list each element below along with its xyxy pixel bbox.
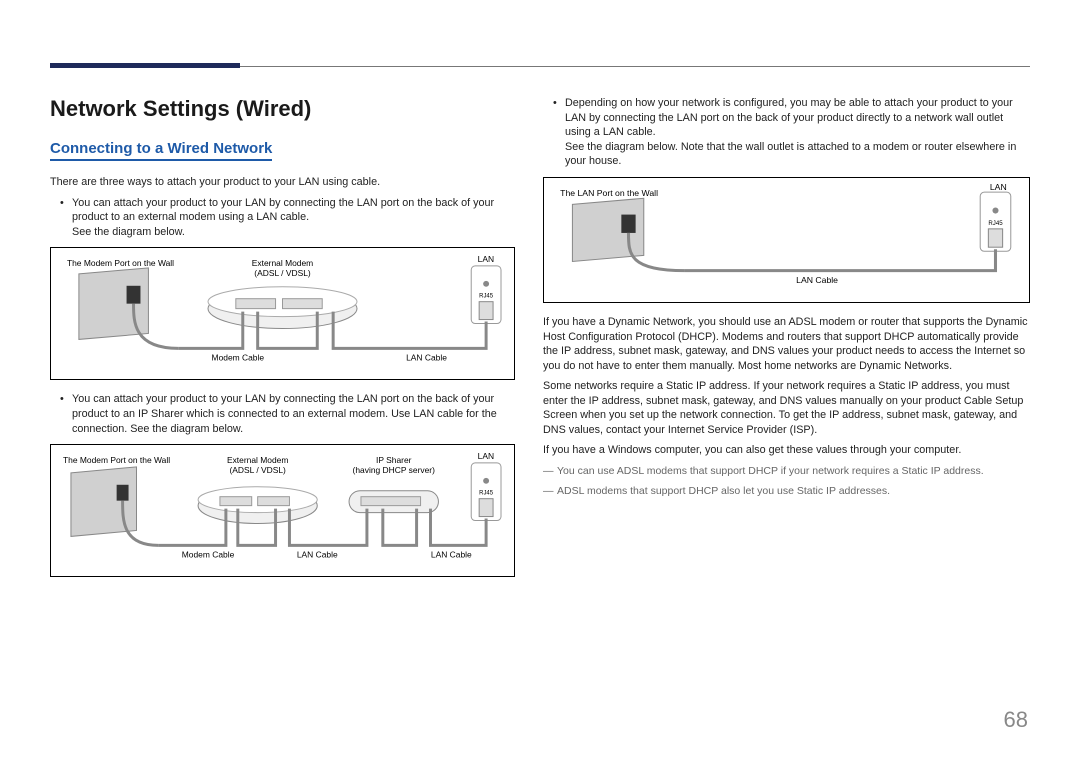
diagram-3: The LAN Port on the Wall LAN RJ45 LAN Ca… bbox=[543, 177, 1030, 303]
label-lan-cable-3: LAN Cable bbox=[796, 275, 838, 285]
label-lan-port-wall: The LAN Port on the Wall bbox=[560, 188, 658, 198]
label-dhcp: (having DHCP server) bbox=[353, 465, 436, 475]
note-1-text: You can use ADSL modems that support DHC… bbox=[557, 465, 984, 477]
header-rule bbox=[50, 66, 1030, 67]
label-lan-3: LAN bbox=[990, 184, 1007, 192]
label-ip-sharer: IP Sharer bbox=[376, 455, 412, 465]
label-modem-port-wall: The Modem Port on the Wall bbox=[67, 258, 174, 268]
right-bullet: Depending on how your network is configu… bbox=[565, 96, 1030, 169]
label-lan-cable-1: LAN Cable bbox=[406, 353, 447, 363]
section-subtitle: Connecting to a Wired Network bbox=[50, 140, 272, 161]
label-lan-cable-2a: LAN Cable bbox=[297, 549, 338, 559]
right-p2: Some networks require a Static IP addres… bbox=[543, 379, 1030, 437]
see-below-1: See the diagram below. bbox=[72, 226, 185, 238]
label-adsl-vdsl-2: (ADSL / VDSL) bbox=[229, 465, 286, 475]
bullet-2: You can attach your product to your LAN … bbox=[72, 392, 515, 436]
label-external-modem-2: External Modem bbox=[227, 455, 288, 465]
page-number: 68 bbox=[1004, 707, 1028, 733]
note-2: ADSL modems that support DHCP also let y… bbox=[543, 484, 1030, 498]
right-p1: If you have a Dynamic Network, you shoul… bbox=[543, 315, 1030, 373]
bullet-1: You can attach your product to your LAN … bbox=[72, 196, 515, 240]
label-lan-1: LAN bbox=[478, 254, 494, 264]
right-bullet-text: Depending on how your network is configu… bbox=[565, 97, 1013, 138]
short-accent-rule bbox=[50, 63, 240, 68]
bullet-1-text: You can attach your product to your LAN … bbox=[72, 197, 494, 224]
note-1: You can use ADSL modems that support DHC… bbox=[543, 464, 1030, 478]
intro-text: There are three ways to attach your prod… bbox=[50, 175, 515, 190]
label-rj45-3: RJ45 bbox=[988, 220, 1003, 227]
label-modem-port-wall-2: The Modem Port on the Wall bbox=[63, 455, 170, 465]
left-column: Network Settings (Wired) Connecting to a… bbox=[50, 96, 515, 589]
right-p3: If you have a Windows computer, you can … bbox=[543, 443, 1030, 458]
diagram-2: The Modem Port on the Wall External Mode… bbox=[50, 444, 515, 577]
label-external-modem: External Modem bbox=[252, 258, 313, 268]
right-column: Depending on how your network is configu… bbox=[543, 96, 1030, 589]
right-see: See the diagram below. Note that the wal… bbox=[565, 141, 1016, 168]
label-modem-cable-1: Modem Cable bbox=[212, 353, 265, 363]
label-rj45-2: RJ45 bbox=[479, 491, 494, 497]
label-adsl-vdsl: (ADSL / VDSL) bbox=[254, 268, 311, 278]
label-rj45-1: RJ45 bbox=[479, 294, 494, 300]
label-lan-2: LAN bbox=[478, 451, 494, 461]
diagram-1: The Modem Port on the Wall External Mode… bbox=[50, 247, 515, 380]
page-title: Network Settings (Wired) bbox=[50, 96, 515, 122]
label-lan-cable-2b: LAN Cable bbox=[431, 549, 472, 559]
note-2-text: ADSL modems that support DHCP also let y… bbox=[557, 485, 890, 497]
bullet-2-text: You can attach your product to your LAN … bbox=[72, 393, 497, 434]
label-modem-cable-2: Modem Cable bbox=[182, 549, 235, 559]
